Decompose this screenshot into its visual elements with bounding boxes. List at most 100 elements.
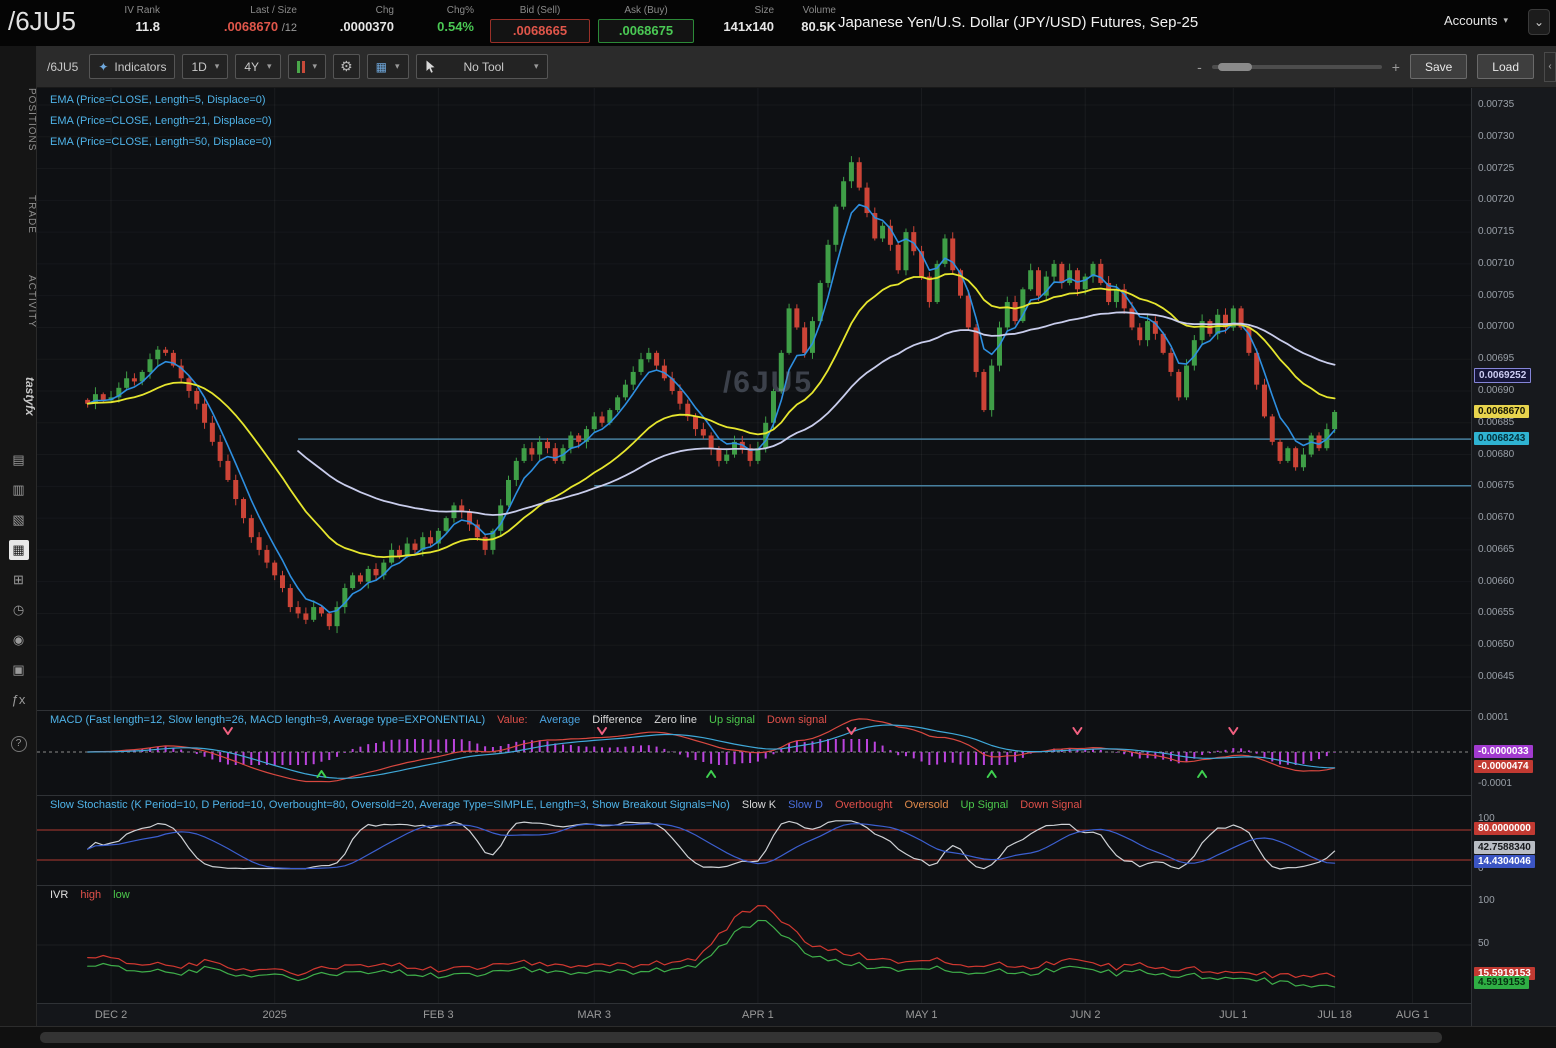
layout-grid-icon[interactable]: ⊞ xyxy=(9,570,29,590)
chg-stat: Chg .0000370 xyxy=(318,5,394,34)
legend-item: Slow K xyxy=(741,799,777,811)
axis-label: 0.00705 xyxy=(1478,289,1515,301)
legend-item: Up Signal xyxy=(960,799,1009,811)
axis-label: 0.00710 xyxy=(1478,257,1515,269)
fx-icon[interactable]: ƒx xyxy=(9,690,29,710)
chg-value: .0000370 xyxy=(339,19,394,34)
ema-study-label: EMA (Price=CLOSE, Length=50, Displace=0) xyxy=(50,136,272,148)
time-axis-label: JUL 1 xyxy=(1219,1009,1248,1021)
watchlist-icon[interactable]: ▥ xyxy=(9,480,29,500)
axis-label: 0.00725 xyxy=(1478,162,1515,174)
chevron-down-icon: ▾ xyxy=(394,61,400,71)
axis-label: 0.00645 xyxy=(1478,671,1515,682)
orders-icon[interactable]: ▧ xyxy=(9,510,29,530)
save-button[interactable]: Save xyxy=(1409,54,1468,79)
calendar-icon[interactable]: ▣ xyxy=(9,660,29,680)
price-tag: -0.0000474 xyxy=(1474,759,1533,773)
ask-button[interactable]: .0068675 xyxy=(598,19,694,43)
chevron-down-icon: ▾ xyxy=(533,61,539,71)
chart-area: EMA (Price=CLOSE, Length=5, Displace=0) … xyxy=(37,88,1556,1026)
axis-label: 0.00670 xyxy=(1478,512,1515,524)
symbol-title: /6JU5 xyxy=(8,6,76,36)
legend-item: Average xyxy=(539,714,581,726)
chg-pct-stat: Chg% 0.54% xyxy=(412,5,474,34)
sidebar-tab-activity[interactable]: ACTIVITY xyxy=(0,264,37,340)
accounts-menu[interactable]: Accounts ▾ xyxy=(1444,13,1508,28)
axis-label: 0.00660 xyxy=(1478,575,1515,587)
time-axis-label: MAY 1 xyxy=(905,1009,938,1021)
indicators-sparkle-icon: ✦ xyxy=(98,59,109,74)
time-axis-label: JUN 2 xyxy=(1069,1009,1101,1021)
zoom-in-button[interactable]: + xyxy=(1392,59,1400,75)
iv-rank-value: 11.8 xyxy=(135,19,160,34)
macd-study-header: MACD (Fast length=12, Slow length=26, MA… xyxy=(50,714,827,726)
news-icon[interactable]: ▤ xyxy=(9,450,29,470)
price-axis[interactable]: 0.00735 0.00730 0.00725 0.00720 0.00715 0.007… xyxy=(1471,88,1556,1026)
price-tag: 0.0068670 xyxy=(1474,404,1530,418)
chart-settings-button[interactable]: ⚙ xyxy=(333,54,360,79)
axis-label: 0.00720 xyxy=(1478,194,1515,206)
iv-rank-label: IV Rank xyxy=(124,5,160,16)
timeframe-dropdown[interactable]: 1D ▾ xyxy=(182,54,229,79)
legend-item: Difference xyxy=(592,714,643,726)
bid-button[interactable]: .0068665 xyxy=(490,19,590,43)
range-dropdown[interactable]: 4Y ▾ xyxy=(235,54,281,79)
indicators-button[interactable]: ✦ Indicators xyxy=(89,54,176,79)
axis-label: 0.00665 xyxy=(1478,543,1515,555)
cursor-icon xyxy=(426,60,435,73)
chevron-down-icon: ▾ xyxy=(214,61,220,71)
volume-value: 80.5K xyxy=(801,19,836,34)
time-axis-label: JUL 18 xyxy=(1317,1009,1352,1021)
grid-icon: ▦ xyxy=(375,59,387,74)
layout-grid-dropdown[interactable]: ▦ ▾ xyxy=(366,54,409,79)
sidebar-tab-trade[interactable]: TRADE xyxy=(0,184,37,244)
time-axis[interactable]: DEC 2 2025 FEB 3 MAR 3 APR 1 MAY 1 JUN 2 JUL 1 J… xyxy=(37,1003,1471,1026)
trading-platform: /6JU5 IV Rank 11.8 Last / Size .0068670 … xyxy=(0,0,1556,1048)
chart-type-dropdown[interactable]: ▾ xyxy=(287,54,327,79)
ivr-study-header: IVR high low xyxy=(50,889,130,901)
size-label: Size xyxy=(754,5,774,16)
time-axis-label: FEB 3 xyxy=(423,1009,454,1021)
legend-item: Slow D xyxy=(788,799,823,811)
toolbar-right-group: - + Save Load xyxy=(1197,54,1534,79)
legend-item: low xyxy=(113,889,130,901)
sidebar-tab-tastyfx[interactable]: tastyfx xyxy=(0,360,37,432)
bid-stat: Bid (Sell) .0068665 xyxy=(490,5,590,43)
ask-label: Ask (Buy) xyxy=(624,5,668,16)
candlestick-icon xyxy=(296,60,305,73)
gear-icon: ⚙ xyxy=(340,58,353,74)
sidebar-tab-positions[interactable]: POSITIONS xyxy=(0,76,37,164)
legend-item: Zero line xyxy=(654,714,698,726)
history-clock-icon[interactable]: ◷ xyxy=(9,600,29,620)
last-size-label: Last / Size xyxy=(250,5,297,16)
volume-stat: Volume 80.5K xyxy=(782,5,836,34)
collapse-panel-button[interactable]: ‹ xyxy=(1544,52,1556,82)
axis-label: -0.0001 xyxy=(1478,778,1512,789)
volume-label: Volume xyxy=(802,5,836,16)
time-axis-label: APR 1 xyxy=(741,1009,774,1021)
macd-study-label: MACD (Fast length=12, Slow length=26, MA… xyxy=(50,714,486,726)
chart-icon[interactable]: ▦ xyxy=(8,540,29,560)
help-icon[interactable]: ? xyxy=(10,736,27,752)
chart-toolbar: /6JU5 ✦ Indicators 1D ▾ 4Y ▾ ▾ ⚙ ▦ ▾ No To… xyxy=(37,46,1556,88)
zoom-slider-handle[interactable] xyxy=(1217,62,1252,71)
zoom-out-button[interactable]: - xyxy=(1197,59,1202,75)
scrollbar-handle[interactable] xyxy=(40,1032,1442,1043)
legend-item: Down Signal xyxy=(1020,799,1082,811)
time-axis-label: AUG 1 xyxy=(1396,1009,1430,1021)
ask-stat: Ask (Buy) .0068675 xyxy=(598,5,694,43)
drawing-tool-dropdown[interactable]: No Tool ▾ xyxy=(415,54,548,79)
ema-study-label: EMA (Price=CLOSE, Length=5, Displace=0) xyxy=(50,94,266,106)
ivr-panel-canvas[interactable] xyxy=(37,885,1471,1003)
chart-scrollbar[interactable] xyxy=(0,1026,1556,1048)
community-icon[interactable]: ◉ xyxy=(9,630,29,650)
last-size-value: /12 xyxy=(281,22,297,34)
ivr-legend: high low xyxy=(68,889,129,901)
stochastic-study-label: Slow Stochastic (K Period=10, D Period=1… xyxy=(50,799,730,811)
header-collapse-button[interactable]: ⌄ xyxy=(1528,9,1550,35)
axis-label: 0.00730 xyxy=(1478,130,1515,142)
chevron-down-icon: ▾ xyxy=(267,61,272,71)
zoom-slider[interactable] xyxy=(1211,62,1382,71)
size-stat: Size 141x140 xyxy=(712,5,774,34)
load-button[interactable]: Load xyxy=(1477,54,1534,79)
